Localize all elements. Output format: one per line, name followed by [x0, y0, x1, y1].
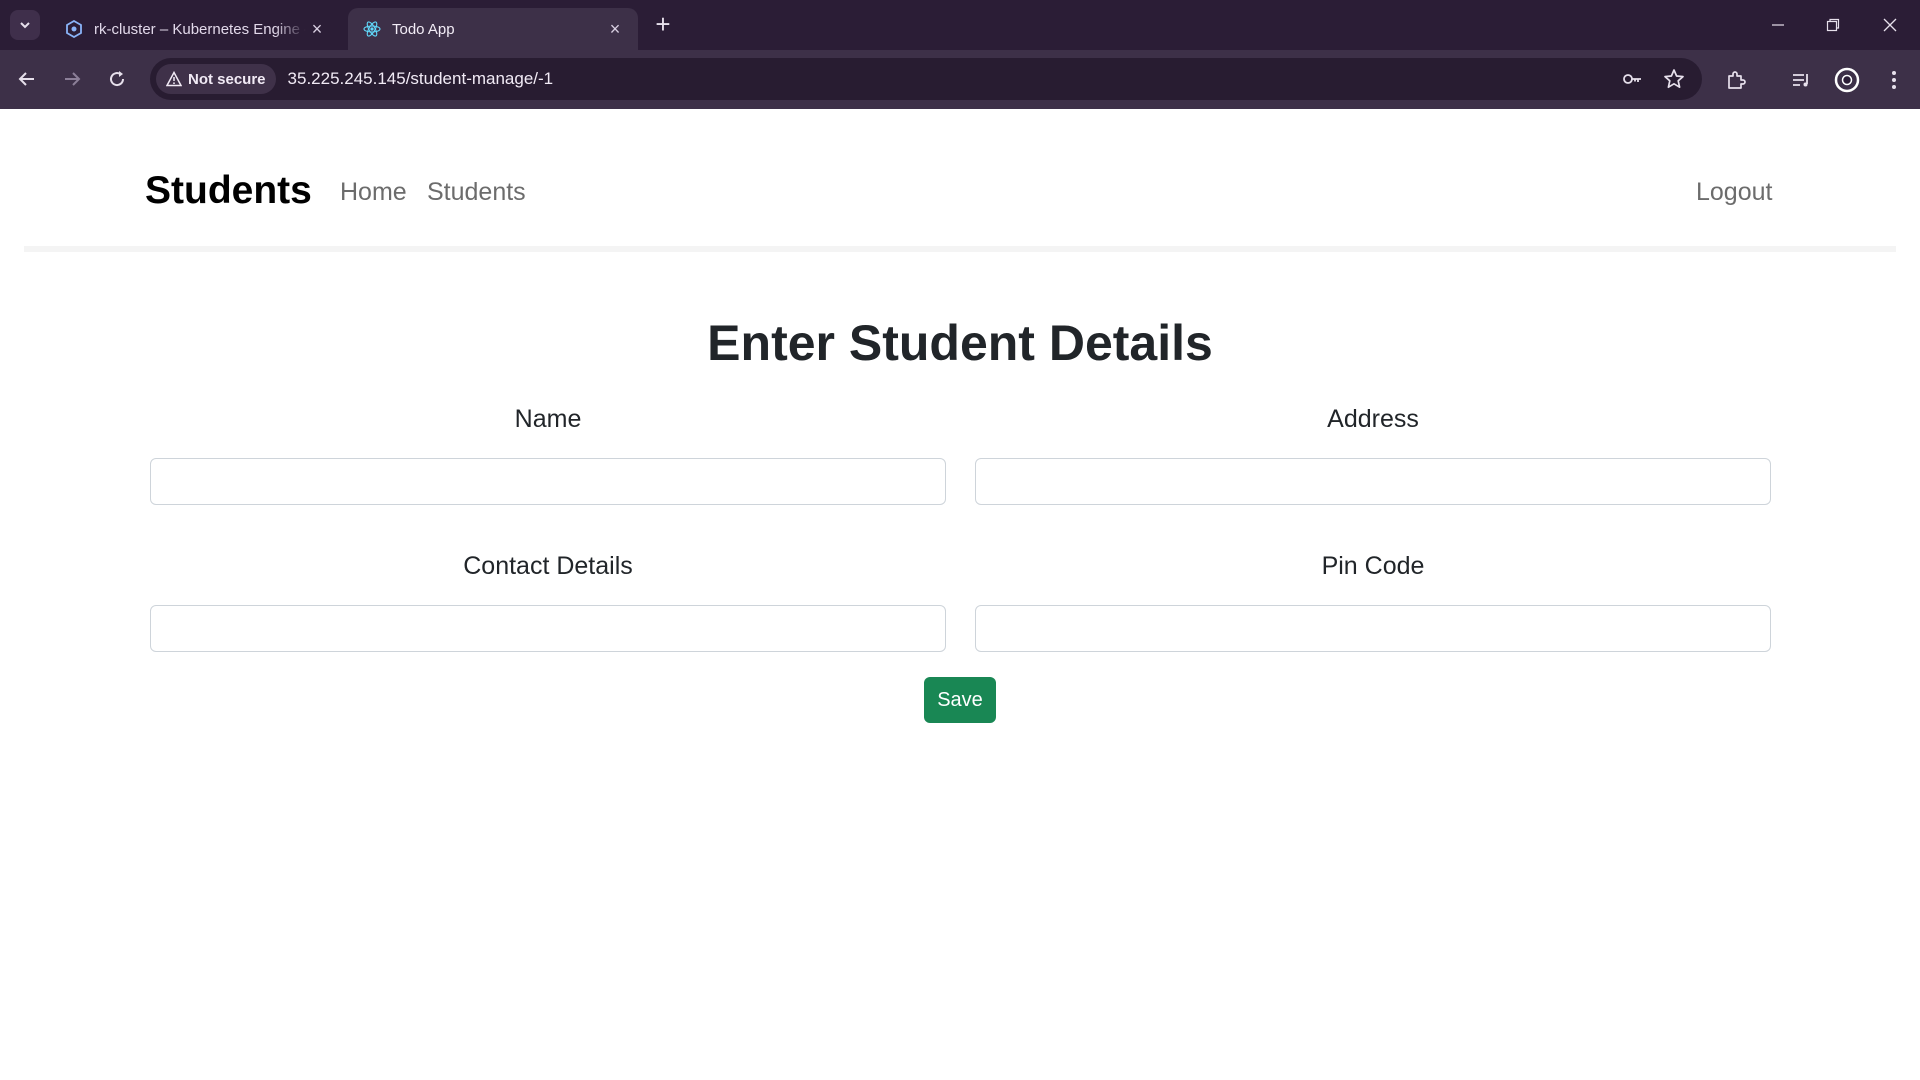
minimize-icon[interactable]: [1758, 10, 1798, 40]
name-input[interactable]: [150, 458, 946, 505]
restore-icon[interactable]: [1813, 10, 1853, 40]
nav-link-students[interactable]: Students: [427, 178, 526, 207]
chevron-down-icon: [20, 22, 30, 29]
new-tab-plus-icon[interactable]: +: [650, 11, 676, 38]
browser-menu-icon[interactable]: [1880, 66, 1908, 94]
save-button[interactable]: Save: [924, 677, 996, 723]
page-viewport: Students Home Students Logout Enter Stud…: [0, 109, 1920, 1080]
password-key-icon[interactable]: [1620, 67, 1644, 91]
pin-code-label: Pin Code: [1321, 552, 1425, 580]
extensions-puzzle-icon[interactable]: [1722, 66, 1750, 94]
back-arrow-icon[interactable]: [12, 64, 42, 94]
address-bar[interactable]: Not secure 35.225.245.145/student-manage…: [150, 58, 1702, 100]
close-icon[interactable]: ×: [604, 18, 626, 40]
tab-title: Todo App: [392, 20, 455, 38]
site-security-chip[interactable]: Not secure: [156, 64, 276, 94]
page-title: Enter Student Details: [707, 315, 1213, 371]
reload-icon[interactable]: [102, 64, 132, 94]
close-window-icon[interactable]: [1870, 10, 1910, 40]
browser-toolbar: Not secure 35.225.245.145/student-manage…: [0, 50, 1920, 140]
profile-avatar-icon[interactable]: [1833, 66, 1861, 94]
contact-details-input[interactable]: [150, 605, 946, 652]
contact-details-label: Contact Details: [463, 552, 633, 580]
bookmark-star-icon[interactable]: [1662, 67, 1686, 91]
navbar-brand[interactable]: Students: [145, 169, 312, 213]
site-navbar: Students Home Students Logout: [0, 109, 1920, 249]
react-icon: [362, 19, 382, 39]
navbar-divider: [24, 246, 1896, 252]
nav-link-home[interactable]: Home: [340, 178, 407, 207]
tab-search-button[interactable]: [10, 10, 40, 40]
address-label: Address: [1327, 405, 1419, 433]
tab-title: rk-cluster – Kubernetes Engine –: [94, 20, 306, 38]
tab-kubernetes-engine[interactable]: rk-cluster – Kubernetes Engine – ×: [50, 8, 340, 50]
security-label: Not secure: [188, 70, 266, 88]
url-text[interactable]: 35.225.245.145/student-manage/-1: [288, 69, 554, 89]
pin-code-input[interactable]: [975, 605, 1771, 652]
close-icon[interactable]: ×: [306, 18, 328, 40]
media-controls-icon[interactable]: [1787, 66, 1815, 94]
browser-tab-strip: rk-cluster – Kubernetes Engine – × Todo …: [0, 0, 1920, 50]
forward-arrow-icon[interactable]: [57, 64, 87, 94]
kubernetes-engine-icon: [64, 19, 84, 39]
logout-link[interactable]: Logout: [1696, 178, 1772, 207]
warning-triangle-icon: [166, 71, 182, 87]
tab-todo-app[interactable]: Todo App ×: [348, 8, 638, 50]
address-input[interactable]: [975, 458, 1771, 505]
name-label: Name: [514, 405, 582, 433]
